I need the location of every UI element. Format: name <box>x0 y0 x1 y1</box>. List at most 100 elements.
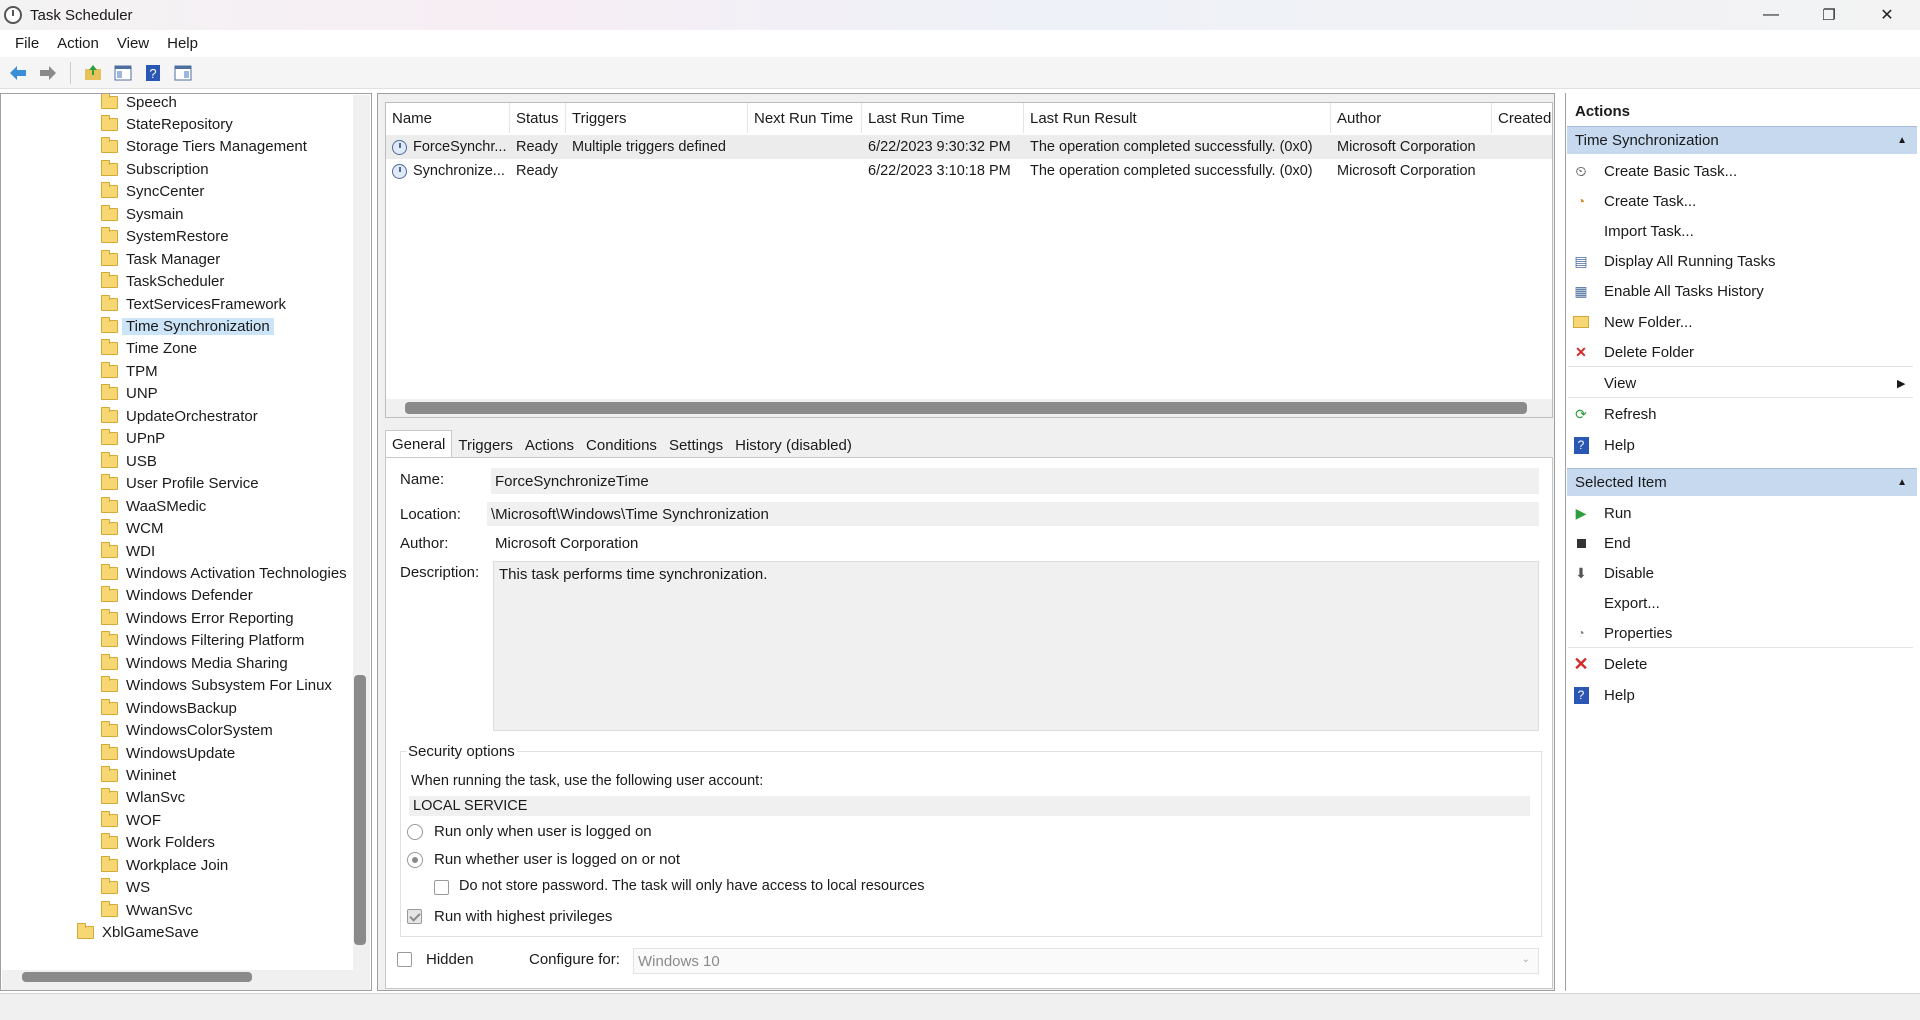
tree-item[interactable]: Windows Defender <box>101 585 253 607</box>
tree-item[interactable]: Windows Filtering Platform <box>101 630 304 652</box>
action-item[interactable]: ⏲ Create Basic Task... <box>1572 158 1738 184</box>
do-not-store-password-checkbox[interactable] <box>434 880 449 895</box>
task-list[interactable]: Name Status Triggers Next Run Time Last … <box>385 102 1553 418</box>
tree-item[interactable]: Time Synchronization <box>101 316 274 338</box>
tree-item[interactable]: WindowsColorSystem <box>101 720 273 742</box>
location-field[interactable]: \Microsoft\Windows\Time Synchronization <box>487 502 1539 526</box>
highest-privileges-checkbox[interactable] <box>407 909 422 924</box>
tree-item[interactable]: StateRepository <box>101 113 233 135</box>
tree-item[interactable]: WS <box>101 877 150 899</box>
tree-item[interactable]: WwanSvc <box>101 899 193 921</box>
run-whether-logged-on-radio[interactable] <box>407 852 423 868</box>
selected-item-action[interactable]: ▶ Run <box>1572 500 1632 526</box>
action-item[interactable]: Import Task... <box>1572 218 1694 244</box>
tree-item[interactable]: Work Folders <box>101 832 215 854</box>
column-header-created[interactable]: Created <box>1492 103 1552 133</box>
task-row[interactable]: ForceSynchr... Ready Multiple triggers d… <box>386 135 1552 159</box>
run-only-logged-on-radio[interactable] <box>407 824 423 840</box>
tree-item[interactable]: USB <box>101 450 157 472</box>
action-item[interactable]: ✕ Delete Folder <box>1572 339 1694 365</box>
up-folder-button[interactable] <box>81 61 105 85</box>
tree-item[interactable]: TPM <box>101 360 158 382</box>
tree-item[interactable]: UNP <box>101 383 158 405</box>
tab-conditions[interactable]: Conditions <box>580 432 663 458</box>
tree-item[interactable]: WCM <box>101 518 164 540</box>
action-item[interactable]: New Folder... <box>1572 309 1692 335</box>
menu-view[interactable]: View <box>108 35 158 52</box>
column-header-status[interactable]: Status <box>510 103 566 133</box>
show-hide-action-pane-button[interactable] <box>171 61 195 85</box>
restore-button[interactable]: ❐ <box>1800 0 1858 30</box>
action-item[interactable]: ⟳ Refresh <box>1572 401 1656 427</box>
action-item[interactable]: ◔ Create Task... <box>1572 188 1697 214</box>
tree-item[interactable]: SyncCenter <box>101 181 204 203</box>
tree-item[interactable]: UpdateOrchestrator <box>101 405 258 427</box>
help-button[interactable]: ? <box>141 61 165 85</box>
menu-file[interactable]: File <box>6 35 48 52</box>
show-hide-console-tree-button[interactable] <box>111 61 135 85</box>
selected-item-action[interactable]: ◔ Properties <box>1572 620 1672 646</box>
column-header-name[interactable]: Name <box>386 103 510 133</box>
selected-item-action[interactable]: ⬇ Disable <box>1572 560 1654 586</box>
collapse-icon[interactable]: ▲ <box>1897 477 1907 488</box>
tree-item[interactable]: Sysmain <box>101 203 184 225</box>
tree-item[interactable]: User Profile Service <box>101 473 259 495</box>
task-row[interactable]: Synchronize... Ready 6/22/2023 3:10:18 P… <box>386 159 1552 183</box>
tree-item[interactable]: Workplace Join <box>101 854 228 876</box>
selected-item-action[interactable]: Export... <box>1572 590 1660 616</box>
tree-item[interactable]: SystemRestore <box>101 226 229 248</box>
configure-for-dropdown[interactable]: Windows 10 ⌄ <box>633 948 1539 974</box>
name-field[interactable]: ForceSynchronizeTime <box>491 468 1539 494</box>
tree-item[interactable]: Time Zone <box>101 338 197 360</box>
section-header-selected-item[interactable]: Selected Item ▲ <box>1567 468 1917 496</box>
selected-item-action[interactable]: ? Help <box>1572 682 1635 708</box>
tree-item[interactable]: Storage Tiers Management <box>101 136 307 158</box>
tab-settings[interactable]: Settings <box>663 432 729 458</box>
tree-item[interactable]: Wininet <box>101 765 176 787</box>
section-header-time-synchronization[interactable]: Time Synchronization ▲ <box>1567 126 1917 154</box>
action-item[interactable]: ▤ Display All Running Tasks <box>1572 248 1775 274</box>
tree-item[interactable]: Speech <box>101 94 177 113</box>
column-header-triggers[interactable]: Triggers <box>566 103 748 133</box>
tree-item[interactable]: TaskScheduler <box>101 271 224 293</box>
description-field[interactable]: This task performs time synchronization. <box>493 561 1539 731</box>
forward-button[interactable] <box>36 61 60 85</box>
tree-item[interactable]: WindowsBackup <box>101 697 237 719</box>
tree-item[interactable]: WDI <box>101 540 155 562</box>
tab-history[interactable]: History (disabled) <box>729 432 858 458</box>
tree-vertical-scroll-thumb[interactable] <box>354 675 366 945</box>
action-item[interactable]: ? Help <box>1572 432 1635 458</box>
minimize-button[interactable]: — <box>1742 0 1800 30</box>
column-header-last-run-time[interactable]: Last Run Time <box>862 103 1024 133</box>
tree-item[interactable]: WOF <box>101 809 161 831</box>
selected-item-action[interactable]: ✕ Delete <box>1572 651 1647 677</box>
task-list-scroll-thumb[interactable] <box>405 402 1527 414</box>
tree-item[interactable]: WindowsUpdate <box>101 742 235 764</box>
back-button[interactable] <box>6 61 30 85</box>
tree-item[interactable]: Subscription <box>101 158 209 180</box>
tree-item[interactable]: Task Manager <box>101 248 220 270</box>
tree-item[interactable]: Windows Subsystem For Linux <box>101 675 332 697</box>
collapse-icon[interactable]: ▲ <box>1897 135 1907 146</box>
column-header-author[interactable]: Author <box>1331 103 1492 133</box>
column-header-next-run-time[interactable]: Next Run Time <box>748 103 862 133</box>
tree-item[interactable]: Windows Activation Technologies <box>101 562 347 584</box>
action-item[interactable]: ▦ Enable All Tasks History <box>1572 278 1763 304</box>
tab-general[interactable]: General <box>385 430 453 458</box>
user-account-field[interactable]: LOCAL SERVICE <box>409 796 1530 816</box>
selected-item-action[interactable]: End <box>1572 530 1631 556</box>
tree-item[interactable]: TextServicesFramework <box>101 293 286 315</box>
tree-item[interactable]: WaaSMedic <box>101 495 206 517</box>
tree-item[interactable]: WlanSvc <box>101 787 185 809</box>
tree-item[interactable]: Windows Media Sharing <box>101 652 288 674</box>
tree-item[interactable]: UPnP <box>101 428 165 450</box>
tree-item-parent[interactable]: XblGameSave <box>77 922 199 944</box>
menu-help[interactable]: Help <box>158 35 207 52</box>
action-item[interactable]: View ▶ <box>1572 370 1905 396</box>
menu-action[interactable]: Action <box>48 35 108 52</box>
tab-actions[interactable]: Actions <box>519 432 580 458</box>
column-header-last-run-result[interactable]: Last Run Result <box>1024 103 1331 133</box>
hidden-checkbox[interactable] <box>397 952 412 967</box>
console-tree[interactable]: Speech StateRepository Storage Tiers Manag… <box>0 93 372 991</box>
tab-triggers[interactable]: Triggers <box>452 432 518 458</box>
